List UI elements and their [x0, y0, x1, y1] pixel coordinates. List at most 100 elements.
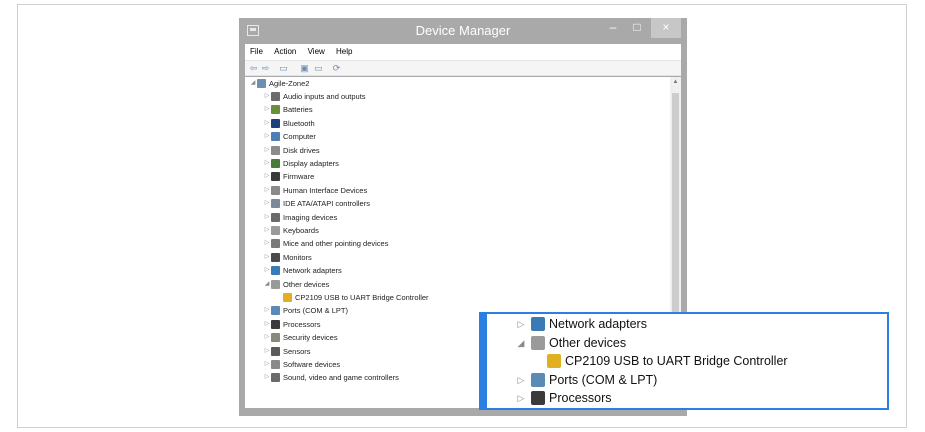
expand-arrow-icon[interactable]: ▷	[263, 251, 271, 264]
tree-item-label: Batteries	[283, 105, 313, 115]
warning-device-icon	[547, 354, 561, 368]
network-adapter-icon	[271, 266, 280, 276]
tree-item-label: Network adapters	[283, 266, 342, 276]
computer-icon	[257, 79, 266, 88]
callout-accent-bar	[481, 314, 487, 408]
collapse-arrow-icon: ◢	[517, 337, 525, 348]
menu-help[interactable]: Help	[336, 44, 352, 60]
expand-arrow-icon[interactable]: ▷	[263, 197, 271, 210]
camera-icon	[271, 212, 280, 222]
security-device-icon	[271, 333, 280, 343]
expand-arrow-icon[interactable]: ▷	[263, 358, 271, 371]
tree-item-label: Monitors	[283, 252, 312, 262]
tree-item-label: CP2109 USB to UART Bridge Controller	[295, 293, 429, 302]
toolbar: ⇦ ⇨ ▭ ▣ ▭ ⟳	[245, 60, 681, 76]
tree-item-label: Keyboards	[283, 226, 319, 235]
port-icon	[531, 372, 545, 387]
expand-arrow-icon[interactable]: ▷	[263, 318, 271, 331]
close-button[interactable]: ×	[651, 18, 681, 38]
tree-item-label: Security devices	[283, 333, 338, 343]
processor-icon	[531, 391, 545, 405]
callout-item-label: Network adapters	[549, 317, 647, 331]
warning-device-icon	[283, 293, 292, 302]
tree-item-label: Disk drives	[283, 145, 320, 155]
tree-item-label: Other devices	[283, 279, 330, 289]
tree-item-label: Sound, video and game controllers	[283, 373, 399, 383]
view-icon[interactable]: ▭	[278, 63, 289, 73]
collapse-arrow-icon[interactable]: ◢	[249, 77, 257, 90]
sound-icon	[271, 373, 280, 383]
computer-icon	[271, 132, 280, 142]
title-bar[interactable]: Device Manager – □ ×	[239, 18, 687, 44]
menu-bar: File Action View Help	[245, 44, 681, 60]
other-devices-icon	[531, 335, 545, 350]
expand-arrow-icon: ▷	[517, 319, 525, 329]
tree-item-label: Processors	[283, 319, 321, 329]
callout-item-label: Ports (COM & LPT)	[549, 372, 658, 387]
zoom-callout: ▷ Network adapters ◢ Other devices CP2109 US…	[479, 312, 889, 410]
tree-item-label: Audio inputs and outputs	[283, 92, 366, 101]
help-icon[interactable]: ▣	[299, 63, 310, 73]
expand-arrow-icon[interactable]: ▷	[263, 237, 271, 250]
expand-arrow-icon: ▷	[517, 393, 525, 403]
speaker-icon	[271, 92, 280, 101]
network-adapter-icon	[531, 317, 545, 331]
battery-icon	[271, 105, 280, 115]
tree-root-label: Agile-Zone2	[269, 79, 310, 88]
expand-arrow-icon[interactable]: ▷	[263, 345, 271, 358]
scan-hardware-icon[interactable]: ⟳	[331, 63, 342, 73]
expand-arrow-icon[interactable]: ▷	[263, 90, 271, 103]
menu-file[interactable]: File	[250, 44, 263, 60]
collapse-arrow-icon[interactable]: ◢	[263, 278, 271, 291]
monitor-icon	[271, 252, 280, 262]
hid-icon	[271, 185, 280, 195]
expand-arrow-icon[interactable]: ▷	[263, 184, 271, 197]
tree-item-label: Mice and other pointing devices	[283, 239, 389, 249]
tree-item-label: Human Interface Devices	[283, 185, 368, 195]
expand-arrow-icon[interactable]: ▷	[263, 170, 271, 183]
expand-arrow-icon: ▷	[517, 374, 525, 385]
expand-arrow-icon[interactable]: ▷	[263, 224, 271, 237]
expand-arrow-icon[interactable]: ▷	[263, 211, 271, 224]
forward-arrow-icon[interactable]: ⇨	[260, 63, 271, 73]
disk-drive-icon	[271, 145, 280, 155]
tree-item-label: Display adapters	[283, 159, 339, 168]
properties-icon[interactable]: ▭	[313, 63, 324, 73]
scroll-up-icon[interactable]: ▲	[670, 79, 681, 85]
other-devices-icon	[271, 279, 280, 289]
maximize-button[interactable]: □	[625, 18, 649, 38]
expand-arrow-icon[interactable]: ▷	[263, 130, 271, 143]
tree-item-label: Imaging devices	[283, 212, 338, 222]
expand-arrow-icon[interactable]: ▷	[263, 103, 271, 116]
callout-item-label: Processors	[549, 391, 612, 405]
tree-item-label: Computer	[283, 132, 316, 142]
port-icon	[271, 306, 280, 316]
ide-controller-icon	[271, 199, 280, 209]
expand-arrow-icon[interactable]: ▷	[263, 157, 271, 170]
menu-view[interactable]: View	[308, 44, 325, 60]
expand-arrow-icon[interactable]: ▷	[263, 371, 271, 384]
mouse-icon	[271, 239, 280, 249]
minimize-button[interactable]: –	[601, 18, 625, 38]
bluetooth-icon	[271, 118, 280, 128]
display-adapter-icon	[271, 159, 280, 168]
tree-item-label: Bluetooth	[283, 118, 315, 128]
tree-item-label: Firmware	[283, 172, 315, 182]
sensor-icon	[271, 346, 280, 356]
processor-icon	[271, 319, 280, 329]
expand-arrow-icon[interactable]: ▷	[263, 304, 271, 317]
menu-action[interactable]: Action	[274, 44, 296, 60]
expand-arrow-icon[interactable]: ▷	[263, 117, 271, 130]
software-device-icon	[271, 360, 280, 369]
expand-arrow-icon[interactable]: ▷	[263, 264, 271, 277]
tree-item-label: IDE ATA/ATAPI controllers	[283, 199, 370, 209]
tree-item-label: Software devices	[283, 360, 341, 369]
tree-item-label: Ports (COM & LPT)	[283, 306, 349, 316]
keyboard-icon	[271, 226, 280, 235]
tree-item-label: Sensors	[283, 346, 311, 356]
expand-arrow-icon[interactable]: ▷	[263, 331, 271, 344]
back-arrow-icon[interactable]: ⇦	[248, 63, 259, 73]
expand-arrow-icon[interactable]: ▷	[263, 144, 271, 157]
callout-item-label: Other devices	[549, 335, 627, 350]
callout-item-label: CP2109 USB to UART Bridge Controller	[565, 354, 788, 368]
